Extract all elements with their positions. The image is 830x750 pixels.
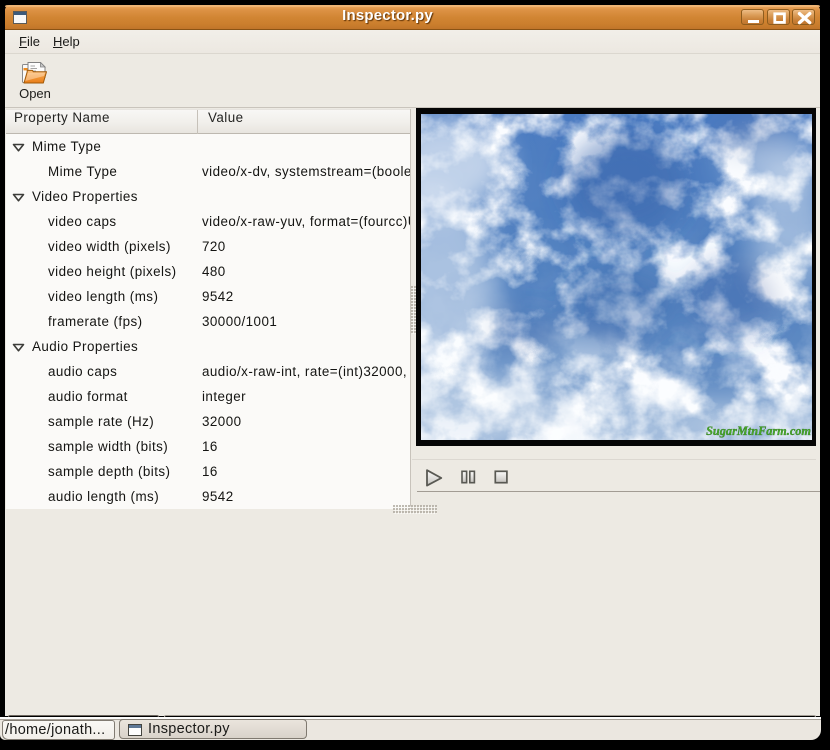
svg-text:SugarMtnFarm.com: SugarMtnFarm.com: [706, 424, 811, 438]
